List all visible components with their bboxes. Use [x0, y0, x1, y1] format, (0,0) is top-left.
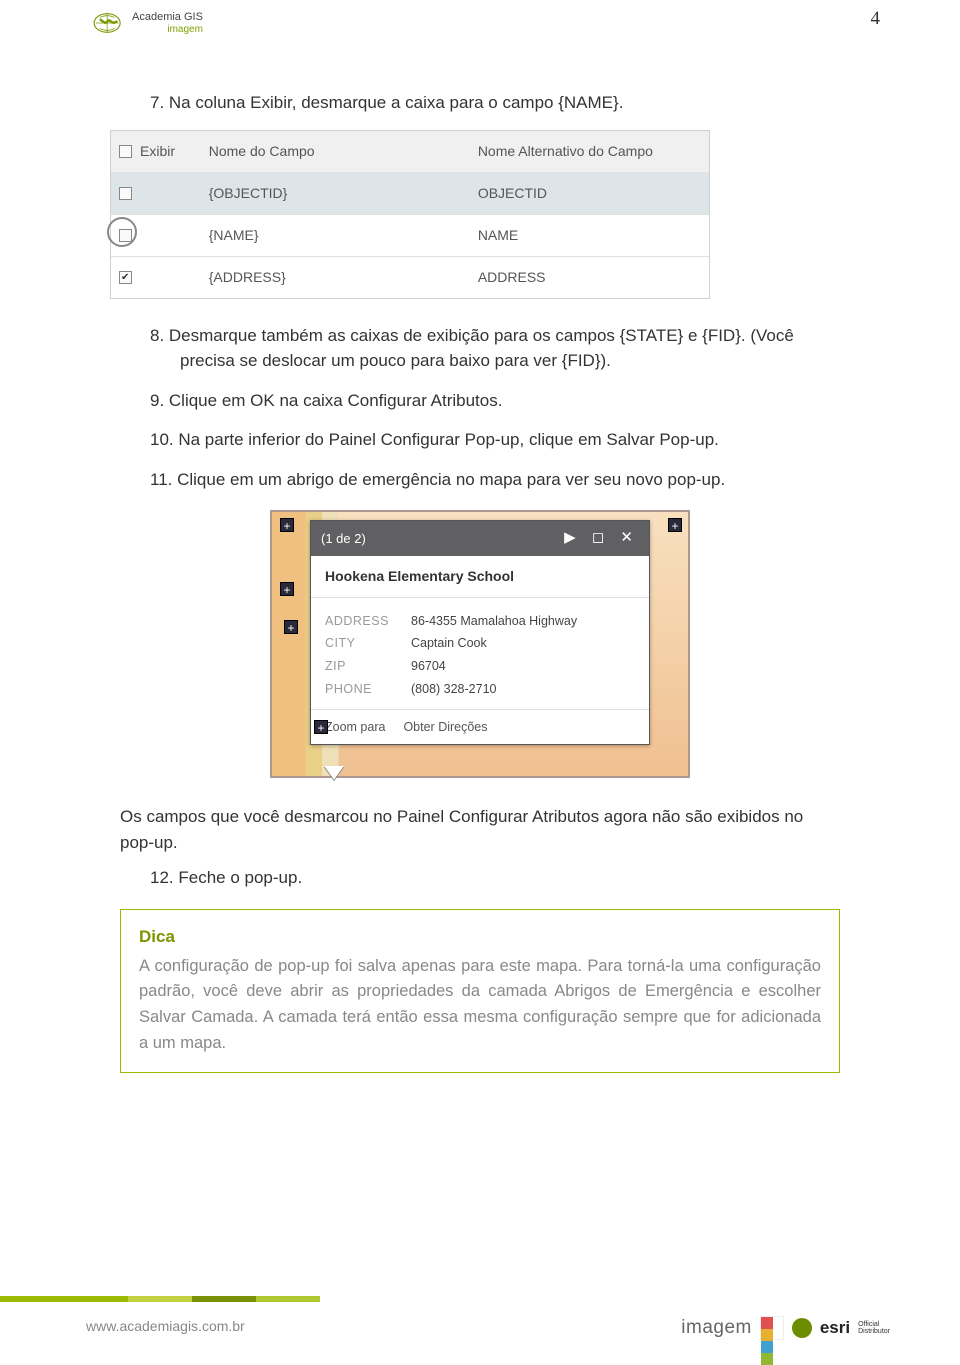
logo-text-line1: Academia GIS — [132, 11, 203, 23]
step-7: 7. Na coluna Exibir, desmarque a caixa p… — [150, 90, 840, 116]
map-popup-panel: (1 de 2) ▶ ◻ ✕ Hookena Elementary School… — [310, 520, 650, 745]
map-point-icon: + — [284, 620, 298, 634]
esri-tag: OfficialDistributor — [858, 1321, 890, 1335]
popup-title: Hookena Elementary School — [311, 556, 649, 598]
checkbox-icon[interactable] — [119, 145, 132, 158]
globe-icon — [90, 10, 128, 36]
tip-box: Dica A configuração de pop-up foi salva … — [120, 909, 840, 1074]
step-12: 12. Feche o pop-up. — [150, 865, 840, 891]
imagem-logo-icon — [760, 1316, 784, 1340]
popup-footer: Zoom para Obter Direções — [311, 709, 649, 745]
popup-row: ADDRESS86-4355 Mamalahoa Highway — [325, 612, 635, 631]
esri-logo-text: esri — [820, 1318, 850, 1338]
col-exibir: Exibir — [111, 131, 201, 172]
col-nome-alt: Nome Alternativo do Campo — [470, 131, 709, 172]
popup-row: ZIP96704 — [325, 657, 635, 676]
popup-directions-link[interactable]: Obter Direções — [403, 718, 487, 737]
attributes-table-figure: Exibir Nome do Campo Nome Alternativo do… — [110, 130, 710, 299]
imagem-logo-text: imagem — [681, 1317, 752, 1339]
popup-pager: (1 de 2) — [321, 529, 366, 549]
table-row: {NAME} NAME — [111, 214, 709, 256]
step-9: 9. Clique em OK na caixa Configurar Atri… — [150, 388, 840, 414]
popup-row: PHONE(808) 328-2710 — [325, 680, 635, 699]
page-content: 7. Na coluna Exibir, desmarque a caixa p… — [0, 0, 960, 1183]
tip-body: A configuração de pop-up foi salva apena… — [139, 954, 821, 1056]
footer-right-logos: imagem esri OfficialDistributor — [681, 1316, 890, 1340]
footer-stripe — [0, 1296, 320, 1302]
table-header: Exibir Nome do Campo Nome Alternativo do… — [111, 131, 709, 172]
popup-pointer-icon — [324, 766, 344, 790]
logo-text-line2: imagem — [132, 24, 203, 35]
popup-header: (1 de 2) ▶ ◻ ✕ — [311, 521, 649, 556]
paragraph: Os campos que você desmarcou no Painel C… — [120, 804, 840, 855]
tip-heading: Dica — [139, 924, 821, 950]
step-11: 11. Clique em um abrigo de emergência no… — [150, 467, 840, 493]
map-point-icon: + — [280, 582, 294, 596]
popup-figure: + + + + + (1 de 2) ▶ ◻ ✕ Hookena Element… — [270, 510, 690, 778]
table-row: {OBJECTID} OBJECTID — [111, 172, 709, 214]
map-point-icon: + — [314, 720, 328, 734]
map-point-icon: + — [668, 518, 682, 532]
table-row: {ADDRESS} ADDRESS — [111, 256, 709, 298]
popup-body: ADDRESS86-4355 Mamalahoa Highway CITYCap… — [311, 598, 649, 709]
highlight-circle-icon — [107, 217, 137, 247]
step-10: 10. Na parte inferior do Painel Configur… — [150, 427, 840, 453]
header-logo: Academia GIS imagem — [90, 10, 203, 36]
step-8: 8. Desmarque também as caixas de exibiçã… — [150, 323, 840, 374]
map-point-icon: + — [280, 518, 294, 532]
popup-row: CITYCaptain Cook — [325, 634, 635, 653]
checkbox-icon[interactable] — [119, 271, 132, 284]
page-number: 4 — [871, 8, 881, 30]
page-footer: www.academiagis.com.br imagem esri Offic… — [0, 1292, 960, 1348]
popup-zoom-link[interactable]: Zoom para — [325, 718, 385, 737]
col-nome-campo: Nome do Campo — [201, 131, 470, 172]
popup-controls[interactable]: ▶ ◻ ✕ — [564, 527, 639, 550]
checkbox-icon[interactable] — [119, 187, 132, 200]
footer-url: www.academiagis.com.br — [86, 1318, 245, 1334]
esri-globe-icon — [792, 1318, 812, 1338]
